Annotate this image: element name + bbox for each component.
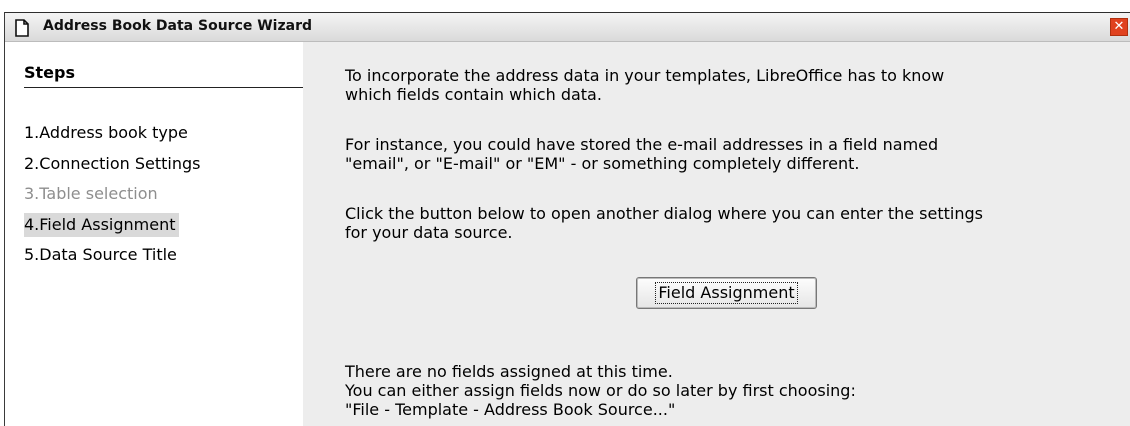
intro-line: which fields contain which data. bbox=[345, 85, 602, 104]
close-icon[interactable]: ✕ bbox=[1110, 18, 1128, 36]
step-label: Address book type bbox=[39, 123, 188, 142]
status-text: There are no fields assigned at this tim… bbox=[345, 362, 856, 419]
step-data-source-title[interactable]: 5.Data Source Title bbox=[24, 243, 181, 267]
step-number: 3. bbox=[24, 184, 40, 203]
wizard-dialog: Address Book Data Source Wizard ✕ Steps … bbox=[4, 12, 1130, 426]
field-assignment-button[interactable]: Field Assignment bbox=[636, 277, 817, 309]
step-field-assignment[interactable]: 4.Field Assignment bbox=[24, 213, 180, 237]
step-label: Data Source Title bbox=[39, 245, 177, 264]
steps-heading: Steps bbox=[24, 63, 303, 88]
title-bar[interactable]: Address Book Data Source Wizard ✕ bbox=[5, 12, 1130, 42]
step-address-book-type[interactable]: 1.Address book type bbox=[24, 121, 192, 145]
field-assignment-button-label: Field Assignment bbox=[655, 282, 798, 304]
step-number: 2. bbox=[24, 154, 40, 173]
instruction-text: Click the button below to open another d… bbox=[345, 204, 983, 242]
step-label: Field Assignment bbox=[39, 215, 176, 234]
intro-text: To incorporate the address data in your … bbox=[345, 66, 944, 104]
status-line: There are no fields assigned at this tim… bbox=[345, 362, 673, 381]
example-line: "email", or "E-mail" or "EM" - or someth… bbox=[345, 154, 860, 173]
steps-panel: Steps 1.Address book type 2.Connection S… bbox=[5, 42, 303, 426]
instruction-line: Click the button below to open another d… bbox=[345, 204, 983, 223]
content-panel: To incorporate the address data in your … bbox=[303, 42, 1130, 426]
step-number: 1. bbox=[24, 123, 40, 142]
window-title: Address Book Data Source Wizard bbox=[43, 18, 312, 34]
example-line: For instance, you could have stored the … bbox=[345, 135, 939, 154]
step-number: 4. bbox=[24, 215, 40, 234]
document-icon bbox=[12, 18, 32, 38]
instruction-line: for your data source. bbox=[345, 223, 513, 242]
example-text: For instance, you could have stored the … bbox=[345, 135, 938, 173]
step-number: 5. bbox=[24, 245, 40, 264]
step-label: Table selection bbox=[39, 184, 158, 203]
step-label: Connection Settings bbox=[39, 154, 201, 173]
status-line: "File - Template - Address Book Source..… bbox=[345, 400, 676, 419]
step-table-selection: 3.Table selection bbox=[24, 182, 162, 206]
intro-line: To incorporate the address data in your … bbox=[345, 66, 945, 85]
step-connection-settings[interactable]: 2.Connection Settings bbox=[24, 152, 205, 176]
status-line: You can either assign fields now or do s… bbox=[345, 381, 856, 400]
